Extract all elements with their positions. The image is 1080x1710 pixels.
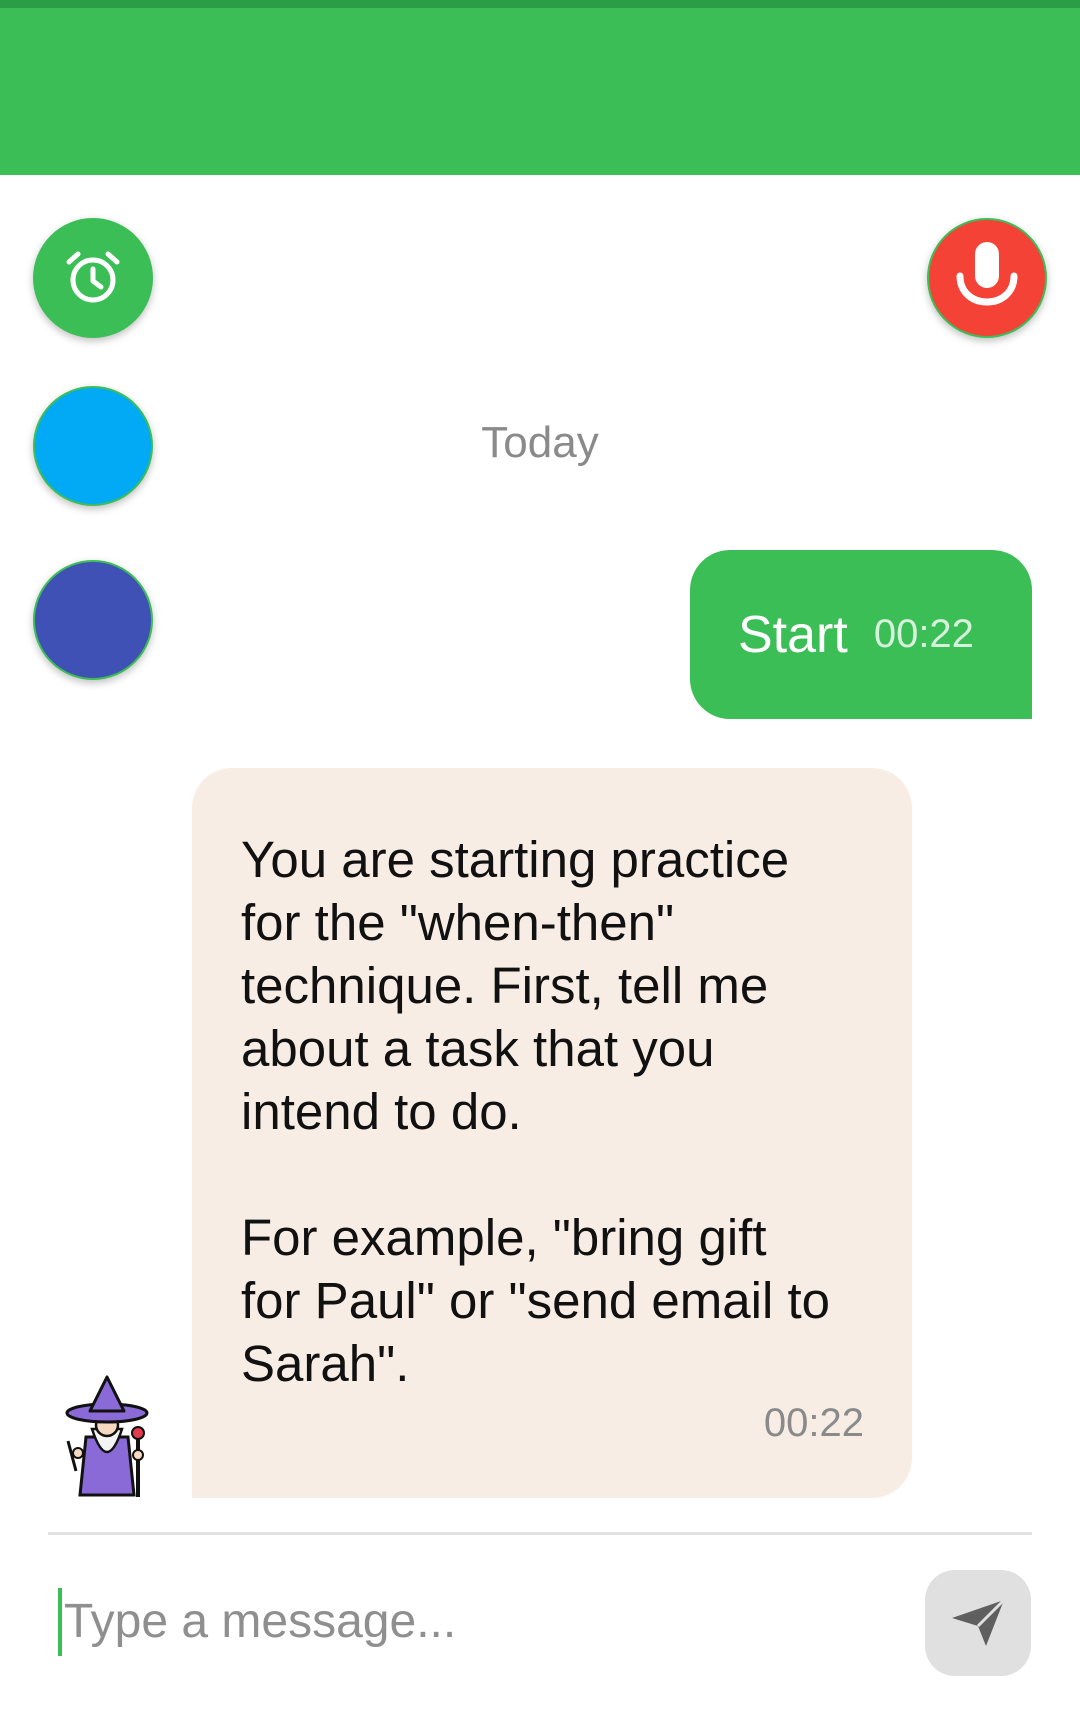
- outgoing-message-bubble[interactable]: Start 00:22: [690, 550, 1032, 719]
- message-time: 00:22: [763, 1401, 864, 1445]
- message-input[interactable]: [64, 1586, 904, 1656]
- wizard-avatar: [65, 1375, 149, 1497]
- send-icon: [952, 1598, 1006, 1646]
- incoming-message-bubble[interactable]: You are starting practice for the "when-…: [192, 768, 912, 1498]
- text-caret: [58, 1588, 62, 1656]
- status-bar: [0, 0, 1080, 8]
- microphone-icon: [956, 242, 1018, 306]
- message-text: Start: [738, 605, 848, 664]
- date-separator: Today: [481, 418, 599, 467]
- indigo-action-button[interactable]: [33, 560, 153, 680]
- composer-divider: [48, 1532, 1032, 1535]
- alarm-button[interactable]: [33, 218, 153, 338]
- message-text: You are starting practice for the "when-…: [241, 831, 830, 1392]
- message-composer: [58, 1586, 908, 1656]
- alarm-clock-icon: [66, 251, 120, 303]
- send-button[interactable]: [925, 1570, 1031, 1676]
- microphone-button[interactable]: [927, 218, 1047, 338]
- message-time: 00:22: [873, 612, 974, 656]
- app-bar: [0, 8, 1080, 175]
